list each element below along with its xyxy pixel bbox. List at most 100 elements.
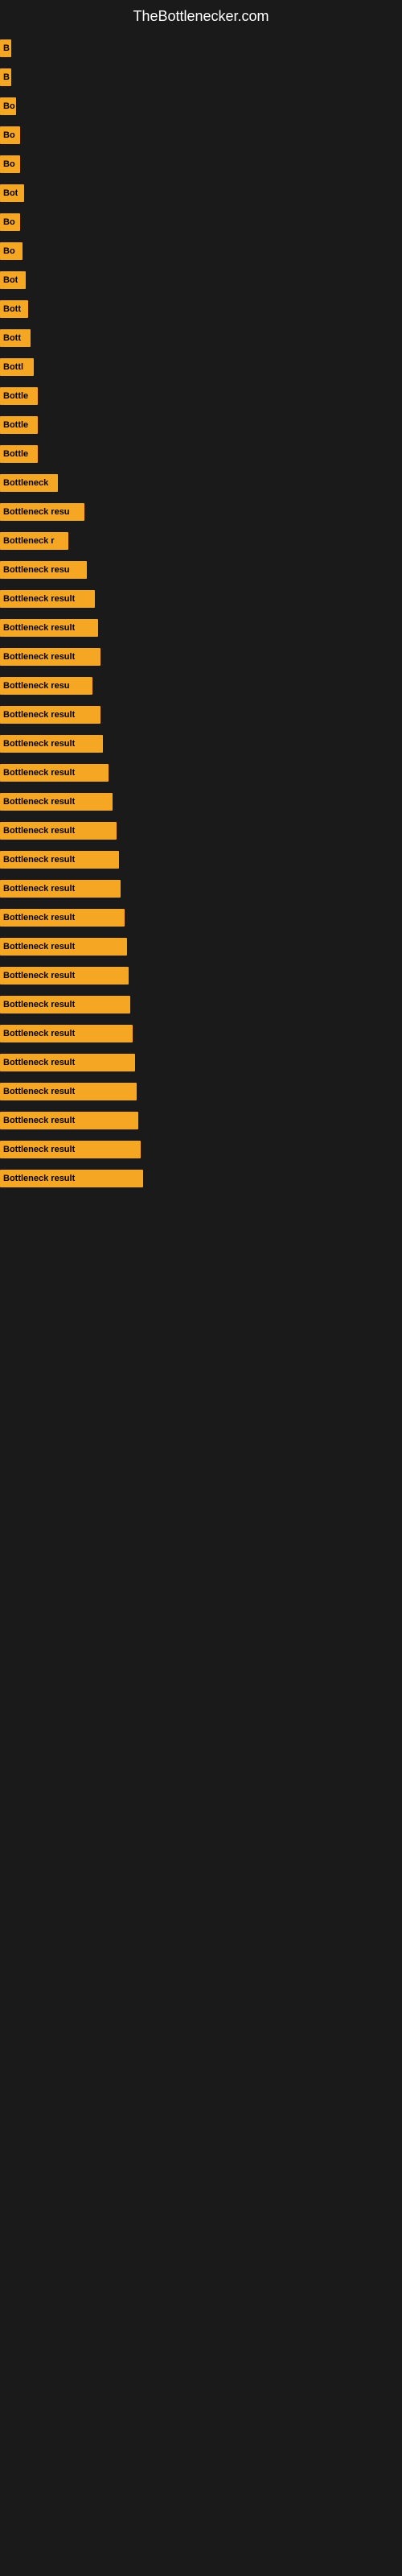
bar-row: Bottleneck result [0, 964, 402, 987]
bar-row: Bottleneck result [0, 1080, 402, 1103]
bar-row: Bottleneck result [0, 1167, 402, 1190]
bar: Bottleneck result [0, 1170, 143, 1187]
bar: Bot [0, 271, 26, 289]
bar: Bo [0, 213, 20, 231]
bar-label: B [3, 43, 10, 53]
bar-row: Bo [0, 95, 402, 118]
bar-row: Bottleneck resu [0, 675, 402, 697]
bar-row: Bottleneck result [0, 1138, 402, 1161]
bar-row: Bottleneck [0, 472, 402, 494]
bar: Bottle [0, 445, 38, 463]
bar-row: Bottleneck result [0, 646, 402, 668]
site-title: TheBottlenecker.com [0, 0, 402, 29]
bar-row: Bottleneck result [0, 935, 402, 958]
bar: Bot [0, 184, 24, 202]
bar: Bottleneck result [0, 822, 117, 840]
bar-row: Bottleneck resu [0, 559, 402, 581]
bar: Bottleneck result [0, 938, 127, 956]
bar-label: Bottleneck result [3, 855, 75, 865]
bar-row: Bottleneck r [0, 530, 402, 552]
bar-label: Bott [3, 304, 21, 314]
bar-row: Bottl [0, 356, 402, 378]
bar-label: Bottleneck result [3, 594, 75, 604]
bar-label: Bo [3, 246, 15, 256]
bar-label: Bot [3, 188, 18, 198]
bar-label: Bo [3, 101, 15, 111]
bar-row: Bottleneck result [0, 1109, 402, 1132]
bar: Bottleneck result [0, 590, 95, 608]
bar-label: Bottleneck result [3, 768, 75, 778]
bar-label: Bottleneck resu [3, 565, 70, 575]
bar: Bottleneck resu [0, 503, 84, 521]
bar: Bottleneck result [0, 793, 113, 811]
bar: Bottleneck r [0, 532, 68, 550]
bar-row: Bottleneck result [0, 791, 402, 813]
bar-row: Bottleneck result [0, 877, 402, 900]
bar-label: Bottleneck result [3, 710, 75, 720]
bar: Bottleneck result [0, 764, 109, 782]
bar-label: Bottleneck resu [3, 681, 70, 691]
bar-row: Bottleneck result [0, 588, 402, 610]
bar-label: Bottleneck result [3, 1087, 75, 1096]
bar-row: Bott [0, 327, 402, 349]
bar-row: Bo [0, 240, 402, 262]
bar-label: Bottl [3, 362, 23, 372]
bar-row: Bott [0, 298, 402, 320]
bar: Bo [0, 126, 20, 144]
bar-row: Bottleneck result [0, 848, 402, 871]
bar-row: Bottleneck result [0, 993, 402, 1016]
bar-row: Bo [0, 153, 402, 175]
bar: Bottleneck result [0, 1141, 141, 1158]
bar: Bottleneck resu [0, 561, 87, 579]
bar-label: Bottleneck result [3, 797, 75, 807]
bar: Bottle [0, 416, 38, 434]
bar-label: Bottleneck result [3, 739, 75, 749]
bar-row: Bot [0, 269, 402, 291]
bar: Bott [0, 300, 28, 318]
bar-label: Bottleneck result [3, 884, 75, 894]
bar: Bottleneck result [0, 851, 119, 869]
bar-label: Bottleneck result [3, 623, 75, 633]
bar-label: Bottleneck r [3, 536, 55, 546]
bar: Bottleneck result [0, 1054, 135, 1071]
bar-row: B [0, 37, 402, 60]
bar: Bottleneck result [0, 1025, 133, 1042]
bars-container: B B Bo Bo Bo Bot Bo Bo Bot Bott Bott Bottl Bottle Bot… [0, 29, 402, 1204]
bar-label: Bottleneck result [3, 1029, 75, 1038]
bar-row: Bottleneck result [0, 1051, 402, 1074]
bar: Bottleneck result [0, 996, 130, 1013]
bar: Bottleneck result [0, 909, 125, 927]
bar-label: Bo [3, 159, 15, 169]
bar: Bottleneck result [0, 619, 98, 637]
bar-label: Bottleneck result [3, 971, 75, 980]
bar-label: Bottle [3, 449, 28, 459]
bar: Bottl [0, 358, 34, 376]
bar-label: Bottleneck result [3, 652, 75, 662]
site-header: TheBottlenecker.com [0, 0, 402, 29]
bar: Bo [0, 242, 23, 260]
bar: Bottle [0, 387, 38, 405]
bar-label: Bottleneck result [3, 913, 75, 923]
bar: Bo [0, 155, 20, 173]
bar-label: Bot [3, 275, 18, 285]
bar-label: Bo [3, 217, 15, 227]
bar-label: Bottleneck result [3, 1058, 75, 1067]
bar-row: B [0, 66, 402, 89]
bar-row: Bottleneck result [0, 762, 402, 784]
bar-row: Bottle [0, 443, 402, 465]
bar-row: Bottleneck result [0, 733, 402, 755]
bar: Bo [0, 97, 16, 115]
bar-row: Bottleneck result [0, 819, 402, 842]
bar-label: Bottleneck result [3, 826, 75, 836]
bar-label: Bo [3, 130, 15, 140]
bar-label: Bottleneck [3, 478, 48, 488]
bar-row: Bottle [0, 414, 402, 436]
bar: Bottleneck result [0, 880, 121, 898]
bar-label: Bottle [3, 420, 28, 430]
bar-row: Bottleneck resu [0, 501, 402, 523]
bar-row: Bo [0, 211, 402, 233]
bar-row: Bot [0, 182, 402, 204]
bar-label: Bottleneck result [3, 1116, 75, 1125]
bar-label: B [3, 72, 10, 82]
bar-label: Bottleneck result [3, 942, 75, 952]
